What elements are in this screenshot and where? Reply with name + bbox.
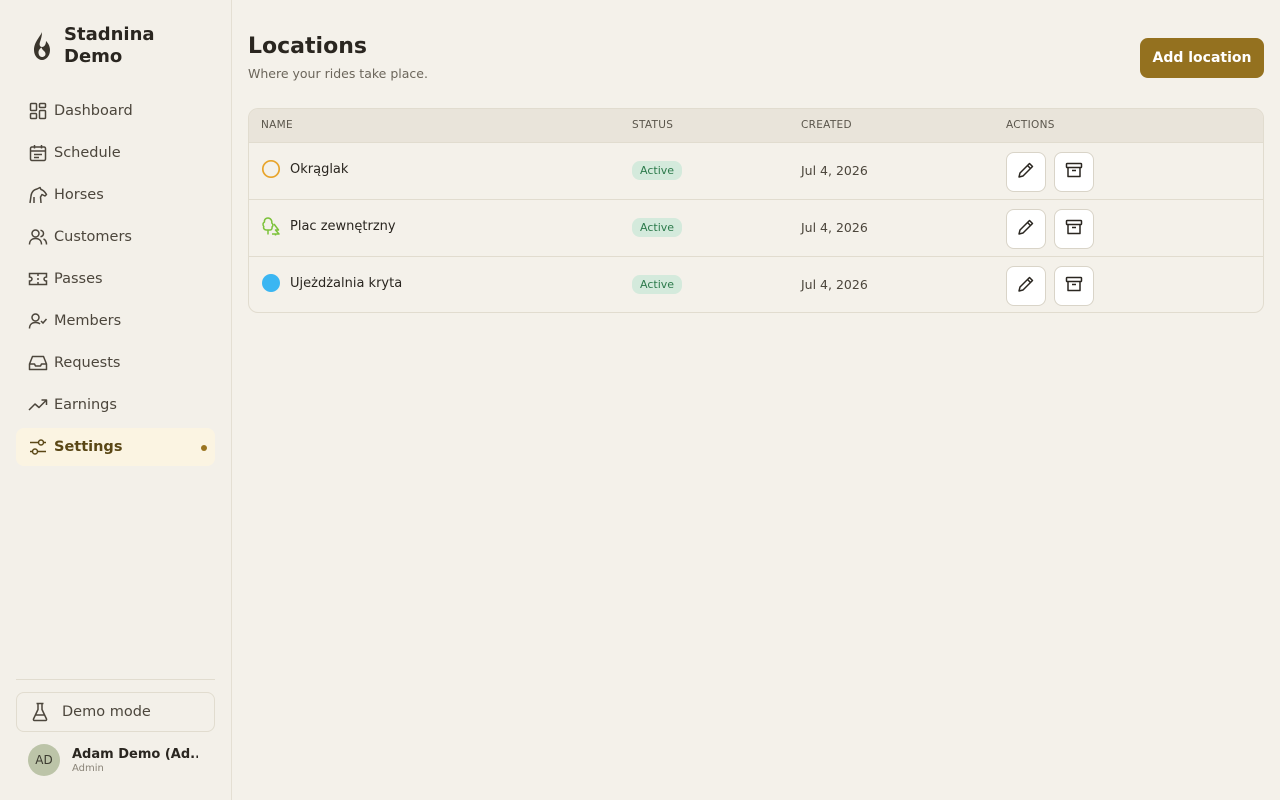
sidebar-item-settings[interactable]: Settings [16, 428, 215, 466]
sidebar-divider [16, 679, 215, 680]
demo-mode-label: Demo mode [62, 704, 151, 720]
sidebar-item-members[interactable]: Members [16, 302, 215, 340]
edit-button[interactable] [1006, 209, 1046, 249]
inbox-icon [27, 352, 49, 374]
column-header-actions: ACTIONS [1006, 119, 1055, 131]
created-date: Jul 4, 2026 [801, 220, 868, 235]
calendar-icon [27, 142, 49, 164]
demo-mode-button[interactable]: Demo mode [16, 692, 215, 732]
user-profile[interactable]: AD Adam Demo (Ad... Admin [28, 744, 198, 776]
ring-circle-icon [261, 159, 281, 179]
edit-button[interactable] [1006, 152, 1046, 192]
page-subtitle: Where your rides take place. [248, 66, 428, 81]
table-row: Plac zewnętrzny Active Jul 4, 2026 [249, 200, 1263, 257]
sidebar-item-label: Schedule [54, 145, 121, 161]
ticket-icon [27, 268, 49, 290]
column-header-name: NAME [261, 119, 293, 131]
sidebar-item-horses[interactable]: Horses [16, 176, 215, 214]
active-indicator-dot [201, 445, 207, 451]
pencil-icon [1017, 275, 1035, 297]
sidebar-item-label: Horses [54, 187, 104, 203]
trending-up-icon [27, 394, 49, 416]
column-header-status: STATUS [632, 119, 674, 131]
brand[interactable]: Stadnina Demo [28, 24, 174, 68]
table-row: Okrąglak Active Jul 4, 2026 [249, 143, 1263, 200]
locations-table: NAME STATUS CREATED ACTIONS Okrąglak Act… [248, 108, 1264, 313]
pencil-icon [1017, 161, 1035, 183]
sidebar-item-label: Earnings [54, 397, 117, 413]
sidebar-item-dashboard[interactable]: Dashboard [16, 92, 215, 130]
horse-icon [27, 184, 49, 206]
brand-name: Stadnina Demo [64, 24, 155, 67]
table-header: NAME STATUS CREATED ACTIONS [249, 109, 1263, 143]
sidebar-item-label: Members [54, 313, 122, 329]
table-row: Ujeżdżalnia kryta Active Jul 4, 2026 [249, 257, 1263, 312]
location-name: Okrąglak [290, 161, 349, 177]
sidebar-item-label: Passes [54, 271, 103, 287]
column-header-created: CREATED [801, 119, 852, 131]
flask-icon [30, 702, 50, 722]
sidebar-item-customers[interactable]: Customers [16, 218, 215, 256]
archive-button[interactable] [1054, 266, 1094, 306]
avatar: AD [28, 744, 60, 776]
trees-icon [261, 216, 281, 236]
users-icon [27, 226, 49, 248]
filled-circle-icon [261, 273, 281, 293]
sidebar-item-requests[interactable]: Requests [16, 344, 215, 382]
user-name: Adam Demo (Ad... [72, 746, 198, 762]
user-check-icon [27, 310, 49, 332]
sliders-icon [27, 436, 49, 458]
sidebar-nav: Dashboard Schedule Horses Customers Pass… [16, 92, 215, 470]
pencil-icon [1017, 218, 1035, 240]
flame-logo-icon [28, 26, 56, 66]
archive-icon [1065, 218, 1083, 240]
archive-button[interactable] [1054, 152, 1094, 192]
page-title: Locations [248, 34, 367, 59]
created-date: Jul 4, 2026 [801, 277, 868, 292]
status-badge: Active [632, 218, 683, 237]
status-badge: Active [632, 161, 683, 180]
sidebar-item-label: Settings [54, 439, 123, 455]
sidebar-item-passes[interactable]: Passes [16, 260, 215, 298]
sidebar-item-label: Dashboard [54, 103, 133, 119]
created-date: Jul 4, 2026 [801, 163, 868, 178]
dashboard-icon [27, 100, 49, 122]
add-location-button[interactable]: Add location [1140, 38, 1264, 78]
archive-icon [1065, 161, 1083, 183]
sidebar: Stadnina Demo Dashboard Schedule Horses … [0, 0, 232, 800]
sidebar-item-label: Requests [54, 355, 121, 371]
status-badge: Active [632, 275, 683, 294]
sidebar-item-label: Customers [54, 229, 132, 245]
edit-button[interactable] [1006, 266, 1046, 306]
sidebar-item-schedule[interactable]: Schedule [16, 134, 215, 172]
location-name: Ujeżdżalnia kryta [290, 275, 403, 291]
archive-icon [1065, 275, 1083, 297]
sidebar-item-earnings[interactable]: Earnings [16, 386, 215, 424]
user-role: Admin [72, 762, 104, 774]
location-name: Plac zewnętrzny [290, 218, 396, 234]
archive-button[interactable] [1054, 209, 1094, 249]
